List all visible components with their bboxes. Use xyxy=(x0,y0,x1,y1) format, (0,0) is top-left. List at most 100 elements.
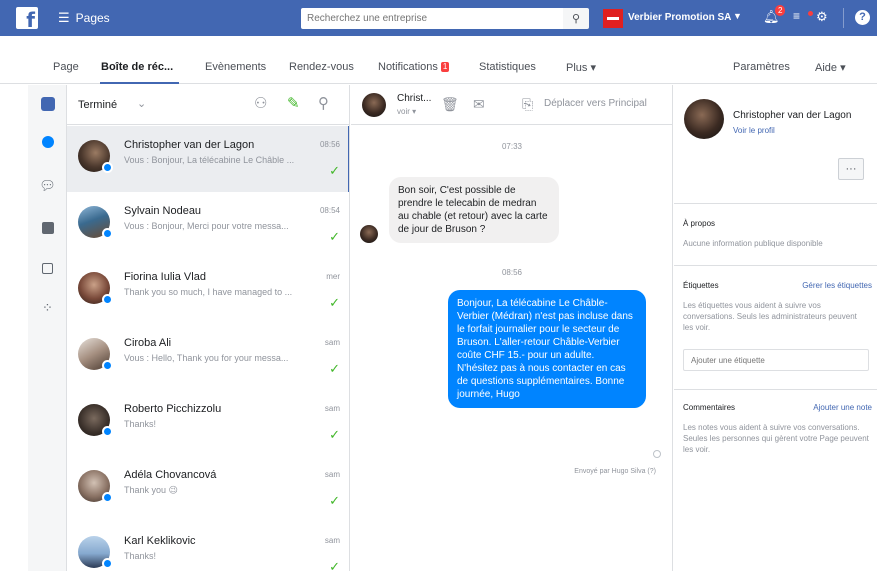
list-icon[interactable]: ≡ xyxy=(793,9,800,23)
conversation-time: sam xyxy=(324,404,340,413)
avatar[interactable] xyxy=(362,93,386,117)
rail-notes[interactable] xyxy=(28,249,67,287)
rail-all-messages[interactable] xyxy=(28,85,67,123)
conversation-list: Terminé ⌄ ⚇ ✎ ⚲ Christopher van der Lago… xyxy=(67,85,350,571)
conversation-list-header: Terminé ⌄ ⚇ ✎ ⚲ xyxy=(67,85,349,125)
conversation-name: Christopher van der Lagon xyxy=(124,139,255,151)
conversation-time: sam xyxy=(324,470,340,479)
conversation-time: 08:54 xyxy=(319,206,340,215)
done-check-icon[interactable]: ✓ xyxy=(329,494,340,509)
labels-title: Étiquettes xyxy=(683,281,719,290)
grid-people-icon: ⁘ xyxy=(42,300,53,315)
read-receipt-icon xyxy=(653,450,661,458)
conversation-time: mer xyxy=(326,272,340,281)
move-inbox-icon[interactable]: ⎘ xyxy=(522,96,533,113)
messenger-badge-icon xyxy=(102,228,113,239)
divider xyxy=(674,389,877,390)
rail-groups[interactable]: ⁘ xyxy=(28,289,67,327)
gear-icon[interactable]: ⚙ xyxy=(816,9,828,25)
messenger-badge-icon xyxy=(102,162,113,173)
conversation-preview: Vous : Bonjour, Merci pour votre messa..… xyxy=(124,221,289,231)
search-icon: ⚲ xyxy=(571,13,581,25)
tab-appointments[interactable]: Rendez-vous xyxy=(289,61,354,73)
hamburger-menu-icon[interactable]: ☰ xyxy=(58,10,70,26)
conversation-item[interactable]: Ciroba Ali Vous : Hello, Thank you for y… xyxy=(67,324,349,390)
avatar[interactable] xyxy=(684,99,724,139)
contact-options[interactable]: voir ▾ xyxy=(397,107,416,116)
move-to-primary-button[interactable]: Déplacer vers Principal xyxy=(544,98,647,109)
conversation-name: Karl Keklikovic xyxy=(124,535,196,547)
conversation-item[interactable]: Adéla Chovancová Thank you 😉 sam ✓ xyxy=(67,456,349,522)
add-label-input[interactable] xyxy=(683,349,869,371)
conversation-item[interactable]: Fiorina Iulia Vlad Thank you so much, I … xyxy=(67,258,349,324)
search-icon[interactable]: ⚲ xyxy=(318,94,329,112)
conversation-preview: Thank you 😉 xyxy=(124,485,178,495)
tab-notifications[interactable]: Notifications 1 xyxy=(378,61,450,73)
tab-notifications-badge: 1 xyxy=(440,62,450,72)
conversation-item[interactable]: Sylvain Nodeau Vous : Bonjour, Merci pou… xyxy=(67,192,349,258)
tab-events[interactable]: Evènements xyxy=(205,61,266,73)
divider xyxy=(843,8,844,28)
conversation-preview: Thanks! xyxy=(124,419,157,429)
facebook-square-icon xyxy=(41,222,54,234)
contact-details-panel: Christopher van der Lagon Voir le profil… xyxy=(674,85,877,571)
tab-more[interactable]: Plus ▾ xyxy=(566,61,596,74)
tab-settings[interactable]: Paramètres xyxy=(733,61,790,73)
messenger-badge-icon xyxy=(102,558,113,569)
conversation-name: Ciroba Ali xyxy=(124,337,172,349)
divider xyxy=(674,203,877,204)
assign-people-icon[interactable]: ⚇ xyxy=(254,94,267,112)
about-text: Aucune information publique disponible xyxy=(683,239,823,248)
timestamp-divider: 07:33 xyxy=(501,142,523,151)
page-tabs-bar: Page Boîte de réc... Evènements Rendez-v… xyxy=(0,36,877,84)
manage-labels-link[interactable]: Gérer les étiquettes xyxy=(802,281,872,290)
tab-insights[interactable]: Statistiques xyxy=(479,61,536,73)
done-check-icon[interactable]: ✓ xyxy=(329,428,340,443)
notifications-count-badge: 2 xyxy=(775,5,786,16)
incoming-message: Bon soir, C'est possible de prendre le t… xyxy=(389,177,559,243)
done-check-icon[interactable]: ✓ xyxy=(329,362,340,377)
page-avatar[interactable] xyxy=(603,9,623,28)
page-switcher-caret-icon[interactable]: ▼ xyxy=(733,11,742,21)
search-button[interactable]: ⚲ xyxy=(563,8,589,29)
new-message-icon[interactable]: ✎ xyxy=(287,94,300,112)
conversation-item[interactable]: Karl Keklikovic Thanks! sam ✓ xyxy=(67,522,349,571)
rail-messenger[interactable] xyxy=(28,123,67,161)
conversation-name: Roberto Picchizzolu xyxy=(124,403,222,415)
contact-name[interactable]: Christ... xyxy=(397,93,431,104)
done-check-icon[interactable]: ✓ xyxy=(329,164,340,179)
conversation-name: Sylvain Nodeau xyxy=(124,205,202,217)
done-check-icon[interactable]: ✓ xyxy=(329,230,340,245)
conversation-pane: Christ... voir ▾ 🗑︎ ✉ ⎘ Déplacer vers Pr… xyxy=(351,85,673,571)
more-options-button[interactable]: ··· xyxy=(838,158,864,180)
filter-dropdown[interactable]: Terminé xyxy=(78,99,117,111)
done-check-icon[interactable]: ✓ xyxy=(329,296,340,311)
conversation-header: Christ... voir ▾ 🗑︎ ✉ ⎘ Déplacer vers Pr… xyxy=(351,85,673,125)
rail-comments[interactable]: 💬︎ xyxy=(28,167,67,205)
pages-link[interactable]: Pages xyxy=(76,11,110,25)
messenger-icon xyxy=(41,136,54,148)
sent-by-label: Envoyé par Hugo Silva (?) xyxy=(574,468,656,475)
add-note-link[interactable]: Ajouter une note xyxy=(813,403,872,412)
trash-icon[interactable]: 🗑︎ xyxy=(441,96,459,113)
help-question-icon[interactable]: ? xyxy=(855,10,870,25)
chevron-down-icon[interactable]: ⌄ xyxy=(137,97,146,110)
view-profile-link[interactable]: Voir le profil xyxy=(733,126,775,135)
divider xyxy=(674,265,877,266)
avatar xyxy=(360,225,378,243)
rail-facebook[interactable] xyxy=(28,209,67,247)
messenger-badge-icon xyxy=(102,426,113,437)
done-check-icon[interactable]: ✓ xyxy=(329,560,340,571)
conversation-item[interactable]: Roberto Picchizzolu Thanks! sam ✓ xyxy=(67,390,349,456)
envelope-icon[interactable]: ✉ xyxy=(473,96,485,113)
tab-help[interactable]: Aide ▾ xyxy=(815,61,846,74)
search-input[interactable] xyxy=(301,8,563,29)
page-name-switcher[interactable]: Verbier Promotion SA xyxy=(628,12,731,23)
tab-inbox[interactable]: Boîte de réc... xyxy=(101,61,173,73)
messenger-badge-icon xyxy=(102,294,113,305)
tab-notifications-label: Notifications xyxy=(378,61,438,73)
unread-dot xyxy=(808,11,813,16)
tab-page[interactable]: Page xyxy=(53,61,79,73)
conversation-item[interactable]: Christopher van der Lagon Vous : Bonjour… xyxy=(67,126,349,192)
facebook-logo-icon[interactable]: f xyxy=(16,7,38,30)
